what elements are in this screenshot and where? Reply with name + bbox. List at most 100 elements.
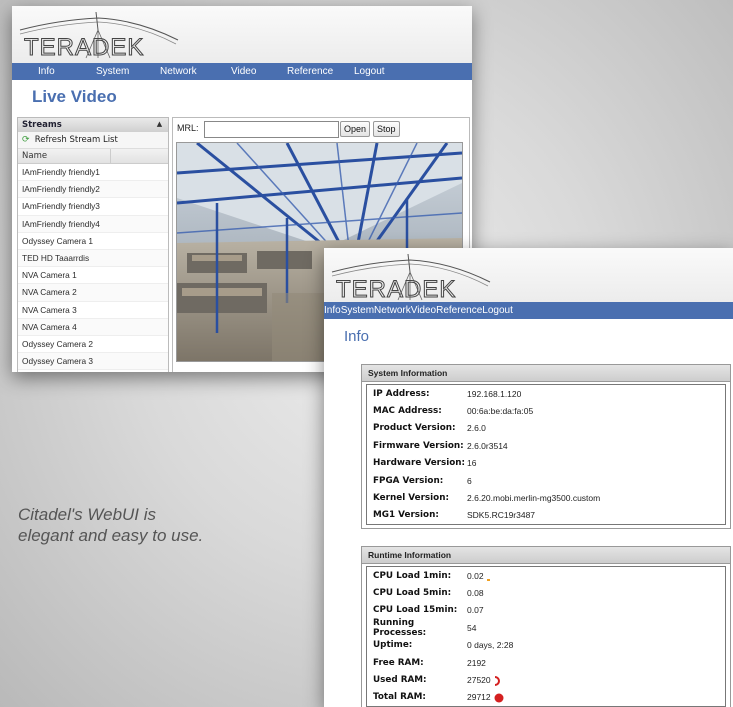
info-row-uptime: Uptime: 0 days, 2:28: [367, 637, 725, 654]
info-row-hardware-version: Hardware Version: 16: [367, 455, 725, 472]
stream-list: IAmFriendly friendly1 IAmFriendly friend…: [18, 164, 168, 371]
stream-item[interactable]: Odyssey Camera 1: [18, 233, 168, 250]
info-row-cpu-load-5min: CPU Load 5min: 0.08: [367, 584, 725, 601]
info-value: 2192: [467, 657, 486, 668]
stop-button[interactable]: Stop: [373, 121, 400, 137]
logo-text: TERADEK: [24, 34, 144, 60]
nav-reference[interactable]: Reference: [287, 66, 333, 77]
info-row-cpu-load-1min: CPU Load 1min: 0.02: [367, 567, 725, 584]
info-row-free-ram: Free RAM: 2192: [367, 654, 725, 671]
info-label: MG1 Version:: [373, 510, 439, 521]
refresh-icon: ⟳: [22, 135, 30, 145]
info-value: 2.6.0: [467, 423, 486, 434]
info-row-total-ram: Total RAM: 29712: [367, 689, 725, 706]
info-value: 27520: [467, 675, 491, 686]
system-information-header: System Information: [362, 365, 730, 382]
column-divider: [110, 149, 111, 163]
stream-item[interactable]: Odyssey Camera 3: [18, 353, 168, 371]
stream-item[interactable]: IAmFriendly friendly4: [18, 215, 168, 233]
name-column-label: Name: [22, 151, 48, 161]
used-ram-pie-icon: [494, 671, 502, 690]
main-nav: Info System Network Video Reference Logo…: [324, 302, 733, 319]
info-row-mac-address: MAC Address: 00:6a:be:da:fa:05: [367, 402, 725, 419]
info-label: Uptime:: [373, 640, 413, 651]
logo-text: TERADEK: [336, 276, 456, 302]
info-value: 0.08: [467, 588, 484, 599]
info-label: Product Version:: [373, 423, 456, 434]
nav-reference[interactable]: Reference: [436, 305, 482, 316]
stream-item[interactable]: NVA Camera 1: [18, 267, 168, 285]
info-row-cpu-load-15min: CPU Load 15min: 0.07: [367, 602, 725, 619]
info-value: 6: [467, 475, 472, 486]
caption-text: Citadel's WebUI is elegant and easy to u…: [18, 504, 203, 546]
stream-item[interactable]: NVA Camera 4: [18, 318, 168, 336]
info-row-used-ram: Used RAM: 27520: [367, 671, 725, 688]
name-column-header[interactable]: Name: [18, 149, 168, 164]
stream-item[interactable]: IAmFriendly friendly3: [18, 198, 168, 216]
nav-info[interactable]: Info: [38, 66, 55, 77]
caption-line-1: Citadel's WebUI is: [18, 505, 157, 524]
caption-line-2: elegant and easy to use.: [18, 526, 204, 545]
info-label: Kernel Version:: [373, 493, 449, 504]
info-label: Free RAM:: [373, 657, 424, 668]
mrl-label: MRL:: [177, 123, 199, 133]
info-value: 16: [467, 458, 477, 469]
mrl-input[interactable]: [204, 121, 339, 138]
info-label: CPU Load 1min:: [373, 570, 452, 581]
nav-info[interactable]: Info: [324, 305, 341, 316]
system-information-box: System Information IP Address: 192.168.1.…: [361, 364, 731, 530]
nav-video[interactable]: Video: [411, 305, 436, 316]
info-screenshot: TERADEK Info System Network Video Refere…: [324, 248, 733, 707]
stream-item[interactable]: IAmFriendly friendly2: [18, 181, 168, 199]
info-value: 54: [467, 622, 477, 633]
info-row-product-version: Product Version: 2.6.0: [367, 420, 725, 437]
info-value: 0 days, 2:28: [467, 640, 514, 651]
nav-system[interactable]: System: [341, 305, 374, 316]
info-label: CPU Load 15min:: [373, 605, 458, 616]
info-value: 00:6a:be:da:fa:05: [467, 406, 534, 417]
streams-panel: Streams ▲ ⟳ Refresh Stream List Name IAm…: [17, 117, 169, 372]
nav-logout[interactable]: Logout: [482, 305, 513, 316]
nav-logout[interactable]: Logout: [354, 66, 385, 77]
info-row-kernel-version: Kernel Version: 2.6.20.mobi.merlin-mg3500…: [367, 489, 725, 506]
info-label: Hardware Version:: [373, 458, 466, 469]
nav-network[interactable]: Network: [374, 305, 411, 316]
stream-item[interactable]: NVA Camera 2: [18, 284, 168, 302]
info-label: Total RAM:: [373, 692, 426, 703]
collapse-up-icon[interactable]: ▲: [155, 120, 164, 129]
stream-item[interactable]: Odyssey Camera 2: [18, 336, 168, 354]
system-information-table: IP Address: 192.168.1.120 MAC Address: 00:…: [366, 384, 726, 526]
stream-item[interactable]: TED HD Taaarrdis: [18, 249, 168, 268]
header-logo-bar: TERADEK: [324, 248, 733, 302]
info-row-firmware-version: Firmware Version: 2.6.0r3514: [367, 437, 725, 454]
nav-video[interactable]: Video: [231, 66, 256, 77]
open-button[interactable]: Open: [340, 121, 371, 137]
runtime-information-table: CPU Load 1min: 0.02 CPU Load 5min: 0.08 CP…: [366, 566, 726, 707]
info-value: 29712: [467, 692, 491, 703]
info-label: Firmware Version:: [373, 440, 464, 451]
info-label: FPGA Version:: [373, 475, 444, 486]
info-row-ip-address: IP Address: 192.168.1.120: [367, 385, 725, 402]
nav-system[interactable]: System: [96, 66, 129, 77]
refresh-stream-list-button[interactable]: ⟳ Refresh Stream List: [18, 132, 168, 149]
info-label: IP Address:: [373, 388, 430, 399]
runtime-information-header: Runtime Information: [362, 547, 730, 564]
info-row-running-processes: Running Processes: 54: [367, 617, 725, 638]
stream-item[interactable]: IAmFriendly friendly1: [18, 164, 168, 182]
teradek-logo: TERADEK: [19, 11, 179, 60]
runtime-information-box: Runtime Information CPU Load 1min: 0.02 C…: [361, 546, 731, 707]
info-label: Running Processes:: [373, 617, 427, 638]
page-title: Live Video: [32, 87, 117, 106]
info-label: Used RAM:: [373, 675, 427, 686]
nav-network[interactable]: Network: [160, 66, 197, 77]
info-row-mg1-version: MG1 Version: SDK5.RC19r3487: [367, 507, 725, 524]
total-ram-pie-icon: [494, 688, 504, 707]
page-title: Info: [344, 328, 370, 345]
info-value: 192.168.1.120: [467, 388, 522, 399]
refresh-label: Refresh Stream List: [34, 135, 118, 145]
info-value: 2.6.0r3514: [467, 440, 508, 451]
info-row-fpga-version: FPGA Version: 6: [367, 472, 725, 489]
stream-item[interactable]: NVA Camera 3: [18, 302, 168, 319]
info-value: 2.6.20.mobi.merlin-mg3500.custom: [467, 493, 601, 504]
streams-title: Streams: [22, 120, 62, 130]
